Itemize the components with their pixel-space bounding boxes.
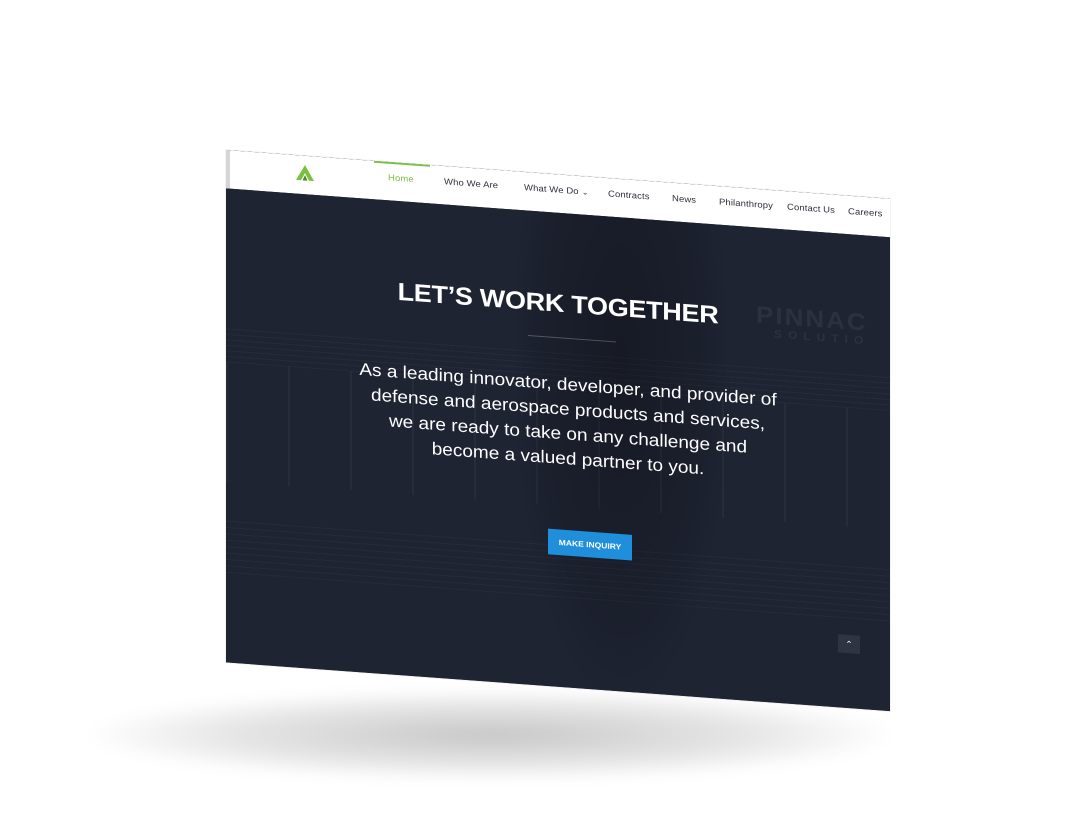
nav-item-careers[interactable]: Careers xyxy=(848,207,883,220)
chevron-down-icon: ⌄ xyxy=(581,188,589,197)
nav-item-contact-us[interactable]: Contact Us xyxy=(787,202,835,216)
chevron-up-icon: ⌃ xyxy=(845,638,853,649)
nav-item-philanthropy[interactable]: Philanthropy xyxy=(719,197,773,211)
nav-item-contracts[interactable]: Contracts xyxy=(608,189,650,202)
triangle-logo-icon[interactable] xyxy=(294,162,316,184)
nav-active-indicator xyxy=(374,160,430,167)
nav-item-label: What We Do xyxy=(524,182,579,197)
nav-item-who-we-are[interactable]: Who We Are xyxy=(444,177,498,191)
mockup-stage: Home Who We Are What We Do ⌄ Contracts Ne… xyxy=(0,0,1084,828)
browser-screen: Home Who We Are What We Do ⌄ Contracts Ne… xyxy=(226,150,890,712)
nav-item-news[interactable]: News xyxy=(672,194,696,206)
scroll-to-top-button[interactable]: ⌃ xyxy=(838,634,860,655)
nav-item-home[interactable]: Home xyxy=(388,173,414,185)
hero-section: PINNAC SOLUTIO LET’S WORK TOGETHER As a … xyxy=(226,188,890,712)
nav-item-what-we-do[interactable]: What We Do ⌄ xyxy=(524,183,589,198)
